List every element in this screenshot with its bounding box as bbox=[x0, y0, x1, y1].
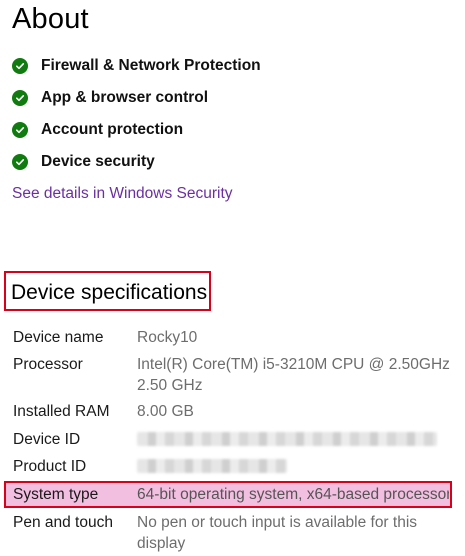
redacted-product-id bbox=[137, 459, 287, 473]
spec-value[interactable]: 8.00 GB bbox=[137, 401, 457, 422]
spec-label: Processor bbox=[13, 356, 83, 373]
about-page: About Firewall & Network Protection App … bbox=[0, 0, 465, 556]
spec-value[interactable]: Intel(R) Core(TM) i5-3210M CPU @ 2.50GHz… bbox=[137, 354, 457, 396]
check-circle-icon bbox=[12, 154, 28, 170]
spec-value[interactable]: No pen or touch input is available for t… bbox=[137, 512, 437, 554]
check-circle-icon bbox=[12, 122, 28, 138]
spec-value[interactable]: Rocky10 bbox=[137, 327, 457, 348]
check-circle-icon bbox=[12, 58, 28, 74]
security-item-label: App & browser control bbox=[41, 89, 209, 106]
page-title: About bbox=[12, 3, 89, 35]
redacted-device-id bbox=[137, 432, 437, 446]
security-item-label: Device security bbox=[41, 153, 155, 170]
spec-label: System type bbox=[13, 486, 99, 503]
security-status-list: Firewall & Network Protection App & brow… bbox=[12, 50, 452, 178]
device-specifications-heading: Device specifications bbox=[11, 281, 208, 304]
check-circle-icon bbox=[12, 90, 28, 106]
security-item-label: Firewall & Network Protection bbox=[41, 57, 261, 74]
security-item-firewall: Firewall & Network Protection bbox=[12, 50, 452, 82]
security-item-app-browser: App & browser control bbox=[12, 82, 452, 114]
security-item-account: Account protection bbox=[12, 114, 452, 146]
see-details-link[interactable]: See details in Windows Security bbox=[12, 185, 233, 203]
spec-label: Device ID bbox=[13, 431, 81, 448]
security-item-label: Account protection bbox=[41, 121, 184, 138]
spec-label: Product ID bbox=[13, 458, 87, 475]
security-item-device: Device security bbox=[12, 146, 452, 178]
spec-label: Installed RAM bbox=[13, 403, 110, 420]
spec-value[interactable]: 64-bit operating system, x64-based proce… bbox=[137, 484, 449, 505]
spec-label: Device name bbox=[13, 329, 104, 346]
spec-label: Pen and touch bbox=[13, 514, 113, 531]
